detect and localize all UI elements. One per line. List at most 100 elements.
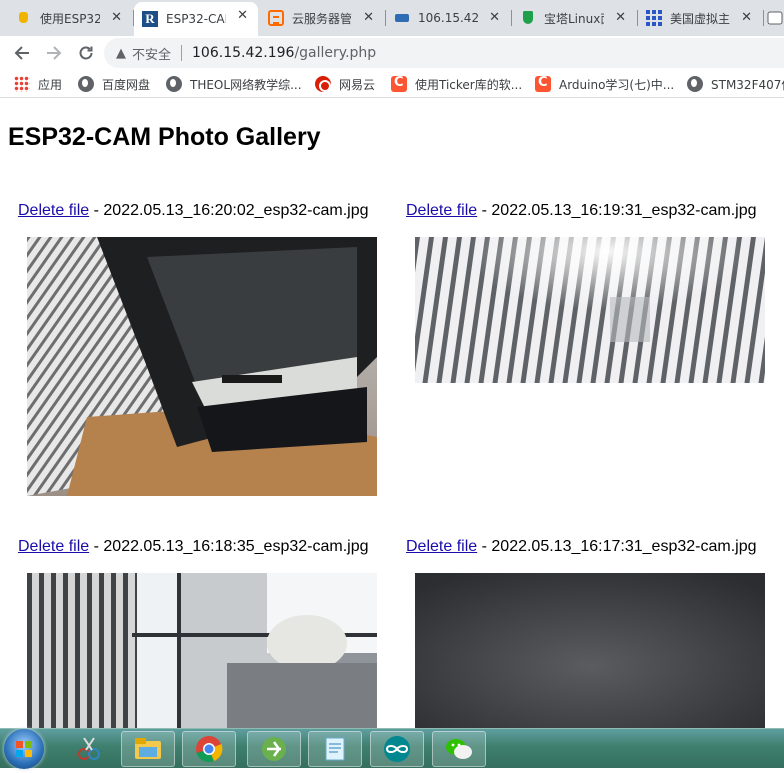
forward-button[interactable] — [42, 41, 66, 65]
omnibox-divider — [181, 45, 183, 61]
separator: - — [93, 202, 104, 219]
bookmark-ticker[interactable]: 使用Ticker库的软... — [391, 75, 522, 93]
separator: - — [481, 202, 492, 219]
bookmark-stm32[interactable]: STM32F407使 — [687, 75, 784, 93]
tab-1[interactable]: 使用ESP32 ✕ — [8, 4, 132, 32]
csdn-icon — [391, 75, 407, 92]
wechat-icon — [446, 739, 472, 759]
separator: - — [481, 538, 492, 555]
tab-title: 云服务器管 — [292, 11, 352, 26]
csdn-icon — [535, 75, 551, 92]
tab-title: 106.15.42. — [418, 11, 478, 25]
browser-toolbar: ▲ 不安全 106.15.42.196 /gallery.php — [0, 36, 784, 70]
close-icon[interactable]: ✕ — [363, 10, 374, 25]
tab-strip: 使用ESP32 ✕ R ESP32-CAM ✕ 云服务器管 ✕ 106.15.4… — [0, 0, 784, 36]
taskbar-notepad[interactable] — [308, 731, 362, 767]
reload-icon — [79, 46, 93, 60]
tab-2[interactable]: R ESP32-CAM ✕ — [134, 2, 258, 36]
netease-icon — [315, 76, 331, 92]
photo-filename: 2022.05.13_16:17:31_esp32-cam.jpg — [491, 538, 757, 555]
os-taskbar — [0, 728, 784, 769]
reload-button[interactable] — [74, 41, 98, 65]
bookmark-apps[interactable]: 应用 — [14, 75, 62, 93]
bookmark-label: 应用 — [38, 77, 63, 92]
bookmark-netease[interactable]: 网易云 — [315, 75, 375, 93]
delete-file-link[interactable]: Delete file — [406, 202, 477, 219]
photo-thumbnail[interactable] — [27, 237, 377, 496]
globe-icon — [687, 76, 703, 92]
taskbar-arduino[interactable] — [370, 731, 424, 767]
apps-icon — [14, 76, 30, 92]
tab-title: ESP32-CAM — [166, 12, 226, 26]
taskbar-chrome[interactable] — [182, 731, 236, 767]
bookmarks-bar: 应用 百度网盘 THEOL网络教学综... 网易云 使用Ticker库的软...… — [0, 70, 784, 98]
bookmark-label: 使用Ticker库的软... — [415, 77, 523, 92]
bookmark-baidu-pan[interactable]: 百度网盘 — [78, 75, 150, 93]
arrow-left-icon — [14, 46, 29, 60]
chrome-icon — [196, 736, 223, 763]
camera-photo-image — [415, 573, 765, 728]
refresh-globe-icon — [262, 737, 286, 761]
bookmark-label: Arduino学习(七)中... — [559, 77, 675, 92]
bookmark-arduino[interactable]: Arduino学习(七)中... — [535, 75, 674, 93]
delete-file-link[interactable]: Delete file — [406, 538, 477, 555]
tab-6[interactable]: 美国虚拟主 ✕ — [638, 4, 762, 32]
globe-icon — [78, 76, 94, 92]
folder-icon — [135, 738, 161, 759]
tab-title: 宝塔Linux面 — [544, 11, 604, 26]
close-icon[interactable]: ✕ — [489, 10, 500, 25]
delete-file-link[interactable]: Delete file — [18, 538, 89, 555]
aliyun-icon — [268, 10, 284, 26]
photo-entry-caption: Delete file - 2022.05.13_16:17:31_esp32-… — [406, 538, 757, 556]
new-tab-icon — [767, 11, 783, 25]
photo-entry-caption: Delete file - 2022.05.13_16:20:02_esp32-… — [18, 202, 369, 220]
page-title: ESP32-CAM Photo Gallery — [8, 123, 321, 151]
photo-thumbnail[interactable] — [415, 573, 765, 728]
camera-photo-image — [415, 237, 765, 383]
photo-filename: 2022.05.13_16:18:35_esp32-cam.jpg — [103, 538, 369, 555]
delete-file-link[interactable]: Delete file — [18, 202, 89, 219]
warning-icon[interactable]: ▲ — [116, 46, 126, 61]
bookmark-label: STM32F407使 — [711, 77, 784, 92]
close-icon[interactable]: ✕ — [615, 10, 626, 25]
tab-5[interactable]: 宝塔Linux面 ✕ — [512, 4, 636, 32]
start-button[interactable] — [4, 729, 44, 769]
url-host: 106.15.42.196 — [192, 45, 295, 61]
tab-title: 美国虚拟主 — [670, 11, 730, 26]
back-button[interactable] — [10, 41, 34, 65]
address-bar[interactable]: ▲ 不安全 106.15.42.196 /gallery.php — [104, 38, 784, 68]
arrow-right-icon — [47, 46, 62, 60]
close-icon[interactable]: ✕ — [237, 8, 248, 23]
tab-divider — [763, 10, 764, 26]
network-icon — [394, 10, 410, 26]
arduino-icon — [384, 736, 410, 762]
bookmark-label: 网易云 — [339, 77, 376, 92]
taskbar-file-explorer[interactable] — [121, 731, 175, 767]
tab-overflow[interactable] — [766, 10, 784, 26]
close-icon[interactable]: ✕ — [741, 10, 752, 25]
photo-filename: 2022.05.13_16:20:02_esp32-cam.jpg — [103, 202, 369, 219]
taskbar-tool-app[interactable] — [62, 731, 116, 767]
camera-photo-image — [27, 237, 377, 496]
taskbar-wechat[interactable] — [432, 731, 486, 767]
globe-icon — [166, 76, 182, 92]
photo-entry-caption: Delete file - 2022.05.13_16:19:31_esp32-… — [406, 202, 757, 220]
photo-thumbnail[interactable] — [415, 237, 765, 383]
separator: - — [93, 538, 104, 555]
tab-title: 使用ESP32 — [40, 11, 100, 26]
camera-photo-image — [27, 573, 377, 728]
taskbar-ie-app[interactable] — [247, 731, 301, 767]
bookmark-theol[interactable]: THEOL网络教学综... — [166, 75, 302, 93]
photo-thumbnail[interactable] — [27, 573, 377, 728]
bookmark-label: 百度网盘 — [102, 77, 151, 92]
url-path: /gallery.php — [294, 45, 377, 61]
r-logo-icon: R — [142, 11, 158, 27]
windows-logo-icon — [16, 741, 32, 757]
scissors-icon — [78, 737, 100, 760]
tab-3[interactable]: 云服务器管 ✕ — [260, 4, 384, 32]
notepad-icon — [325, 737, 345, 761]
security-status[interactable]: 不安全 — [132, 44, 171, 63]
gallery-page: ESP32-CAM Photo Gallery Delete file - 20… — [0, 99, 784, 728]
close-icon[interactable]: ✕ — [111, 10, 122, 25]
tab-4[interactable]: 106.15.42. ✕ — [386, 4, 510, 32]
